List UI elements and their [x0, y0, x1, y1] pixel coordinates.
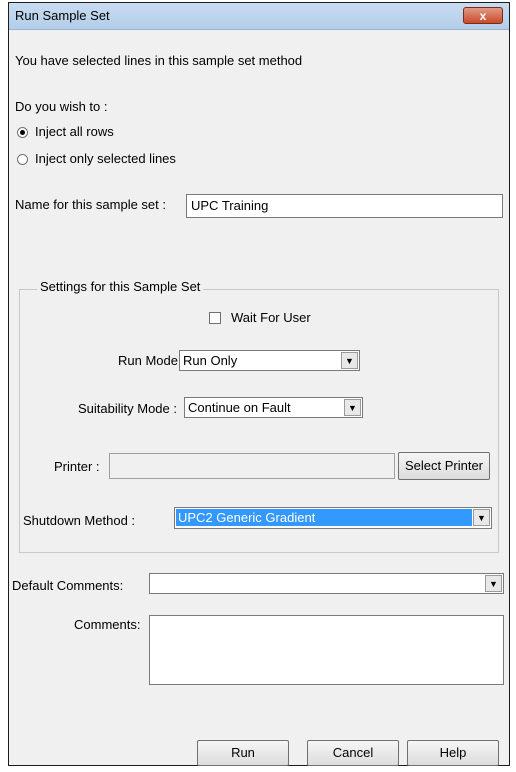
run-mode-value: Run Only [183, 353, 238, 368]
wait-for-user-checkbox[interactable] [209, 312, 221, 324]
selection-message: You have selected lines in this sample s… [15, 53, 303, 68]
run-sample-set-dialog: Run Sample Set x You have selected lines… [8, 2, 510, 766]
run-mode-select[interactable]: Run Only ▼ [179, 350, 360, 371]
comments-label: Comments: [74, 617, 141, 632]
close-button[interactable]: x [463, 7, 503, 24]
inject-selected-radio[interactable] [17, 154, 28, 165]
run-mode-label: Run Mode : [118, 353, 186, 368]
radio-selected-dot [20, 130, 25, 135]
suitability-mode-label: Suitability Mode : [78, 401, 177, 416]
printer-label: Printer : [54, 459, 100, 474]
sample-set-name-input[interactable]: UPC Training [186, 194, 503, 218]
help-button[interactable]: Help [407, 740, 499, 766]
shutdown-method-label: Shutdown Method : [23, 513, 136, 528]
sample-set-name-label: Name for this sample set : [15, 197, 166, 212]
inject-selected-label[interactable]: Inject only selected lines [35, 151, 176, 166]
suitability-mode-value: Continue on Fault [188, 400, 291, 415]
chevron-down-icon[interactable]: ▼ [344, 399, 361, 416]
inject-all-radio[interactable] [17, 127, 28, 138]
suitability-mode-select[interactable]: Continue on Fault ▼ [184, 397, 363, 418]
cancel-button[interactable]: Cancel [307, 740, 399, 766]
default-comments-select[interactable]: ▼ [149, 573, 504, 594]
prompt-label: Do you wish to : [15, 99, 108, 114]
inject-all-label[interactable]: Inject all rows [35, 124, 114, 139]
chevron-down-icon[interactable]: ▼ [485, 575, 502, 592]
run-button[interactable]: Run [197, 740, 289, 766]
select-printer-button[interactable]: Select Printer [398, 452, 490, 480]
default-comments-label: Default Comments: [12, 578, 124, 593]
printer-field [109, 453, 395, 479]
close-icon: x [479, 9, 487, 23]
title-bar: Run Sample Set x [9, 3, 509, 30]
shutdown-method-value: UPC2 Generic Gradient [176, 509, 472, 526]
shutdown-method-select[interactable]: UPC2 Generic Gradient ▼ [174, 507, 492, 529]
comments-textarea[interactable] [149, 615, 504, 685]
chevron-down-icon[interactable]: ▼ [341, 352, 358, 369]
chevron-down-icon[interactable]: ▼ [473, 509, 490, 526]
window-title: Run Sample Set [15, 8, 110, 23]
settings-legend: Settings for this Sample Set [37, 279, 204, 294]
wait-for-user-label[interactable]: Wait For User [231, 310, 311, 325]
